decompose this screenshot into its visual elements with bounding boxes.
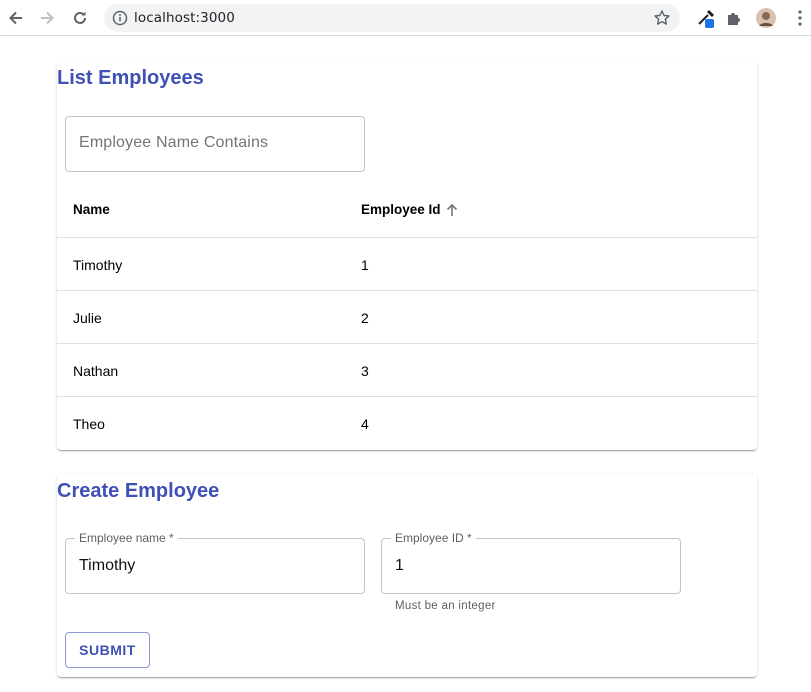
reload-icon[interactable] — [68, 6, 92, 30]
submit-button[interactable]: SUBMIT — [65, 632, 150, 668]
cell-name: Julie — [73, 310, 102, 326]
table-row[interactable]: Nathan 3 — [57, 344, 757, 397]
cell-name: Nathan — [73, 363, 119, 379]
column-header-name[interactable]: Name — [73, 202, 110, 217]
cell-name: Timothy — [73, 257, 123, 273]
cell-employee-id: 1 — [361, 257, 369, 273]
table-row[interactable]: Theo 4 — [57, 397, 757, 450]
table-row[interactable]: Julie 2 — [57, 291, 757, 344]
employee-name-input[interactable] — [79, 557, 349, 575]
puzzle-extensions-icon[interactable] — [722, 6, 746, 30]
url-text: localhost:3000 — [134, 10, 235, 26]
address-bar[interactable]: localhost:3000 — [104, 4, 680, 32]
table-row[interactable]: Timothy 1 — [57, 238, 757, 291]
cell-employee-id: 4 — [361, 416, 369, 432]
column-header-employee-id[interactable]: Employee Id — [361, 202, 441, 217]
employee-id-helper-text: Must be an integer — [395, 600, 496, 612]
create-employee-title: Create Employee — [57, 480, 220, 502]
profile-avatar[interactable] — [754, 6, 778, 30]
employee-name-search-field[interactable] — [65, 116, 365, 172]
browser-toolbar: localhost:3000 — [0, 0, 811, 36]
employee-id-field[interactable]: Employee ID * — [381, 531, 681, 594]
forward-arrow-icon[interactable] — [35, 6, 59, 30]
cell-name: Theo — [73, 416, 105, 432]
cell-employee-id: 3 — [361, 363, 369, 379]
table-header: Name Employee Id — [57, 181, 757, 238]
employee-id-label: Employee ID * — [391, 531, 476, 545]
employees-table: Name Employee Id Timothy 1 Julie 2 Natha… — [57, 181, 757, 450]
sort-ascending-arrow-icon[interactable] — [443, 201, 461, 219]
eyedropper-extension-icon[interactable] — [694, 6, 718, 30]
employee-id-input[interactable] — [395, 557, 665, 575]
employee-name-field[interactable]: Employee name * — [65, 531, 365, 594]
list-employees-card: List Employees Name Employee Id Timothy … — [57, 61, 757, 450]
employee-name-search-input[interactable] — [79, 134, 349, 152]
cell-employee-id: 2 — [361, 310, 369, 326]
employee-name-label: Employee name * — [75, 531, 178, 545]
menu-kebab-icon[interactable] — [788, 6, 811, 30]
bookmark-star-icon[interactable] — [652, 8, 672, 28]
create-employee-card: Create Employee Employee name * Employee… — [57, 474, 757, 677]
back-arrow-icon[interactable] — [4, 6, 28, 30]
list-employees-title: List Employees — [57, 67, 204, 89]
info-icon[interactable] — [111, 9, 129, 27]
